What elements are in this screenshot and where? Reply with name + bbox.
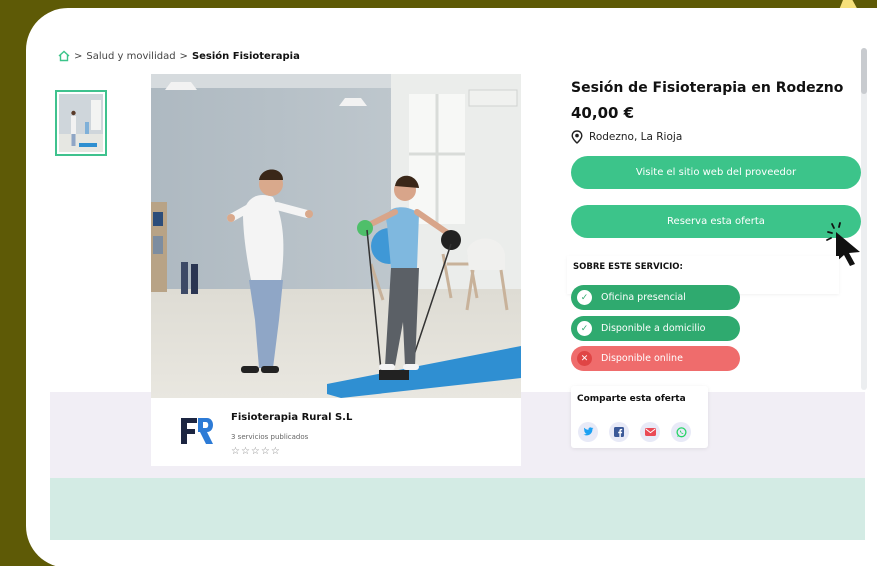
whatsapp-icon[interactable] — [671, 422, 691, 442]
breadcrumb-category-link[interactable]: Salud y movilidad — [86, 51, 175, 62]
provider-name[interactable]: Fisioterapia Rural S.L — [231, 412, 352, 423]
service-badge-label: Disponible a domicilio — [601, 323, 706, 334]
offer-price: 40,00 € — [571, 104, 635, 122]
service-badge-online: ✕ Disponible online — [571, 346, 740, 371]
location-text: Rodezno, La Rioja — [589, 131, 683, 143]
breadcrumb-separator: > — [74, 50, 83, 62]
check-icon: ✓ — [577, 321, 592, 336]
offer-main-photo — [151, 74, 521, 398]
provider-card[interactable]: Fisioterapia Rural S.L 3 servicios publi… — [151, 398, 521, 466]
service-badge-home: ✓ Disponible a domicilio — [571, 316, 740, 341]
breadcrumb-separator: > — [179, 50, 188, 62]
provider-rating-stars: ☆☆☆☆☆ — [231, 446, 281, 457]
cross-icon: ✕ — [577, 351, 592, 366]
email-icon[interactable] — [640, 422, 660, 442]
scrollbar[interactable] — [861, 48, 867, 390]
service-badge-label: Oficina presencial — [601, 292, 686, 303]
breadcrumb-current: Sesión Fisioterapia — [191, 50, 300, 62]
service-badge-in-person: ✓ Oficina presencial — [571, 285, 740, 310]
share-title: Comparte esta oferta — [577, 394, 686, 404]
scrollbar-thumb[interactable] — [861, 48, 867, 94]
gallery-thumbnail[interactable] — [55, 90, 107, 156]
footer-band — [50, 478, 865, 540]
visit-provider-button[interactable]: Visite el sitio web del proveedor — [571, 156, 861, 189]
service-section-title: SOBRE ESTE SERVICIO: — [573, 262, 683, 272]
home-icon[interactable] — [58, 50, 70, 62]
offer-title: Sesión de Fisioterapia en Rodezno — [571, 80, 844, 96]
book-offer-button[interactable]: Reserva esta oferta — [571, 205, 861, 238]
service-badge-label: Disponible online — [601, 353, 683, 364]
provider-services-count: 3 servicios publicados — [231, 433, 309, 441]
breadcrumb: > Salud y movilidad > Sesión Fisioterapi… — [58, 50, 300, 62]
location-pin-icon — [571, 130, 583, 144]
share-icons — [578, 422, 691, 442]
facebook-icon[interactable] — [609, 422, 629, 442]
check-icon: ✓ — [577, 290, 592, 305]
fr-logo — [181, 418, 213, 444]
twitter-icon[interactable] — [578, 422, 598, 442]
offer-location: Rodezno, La Rioja — [571, 130, 682, 144]
